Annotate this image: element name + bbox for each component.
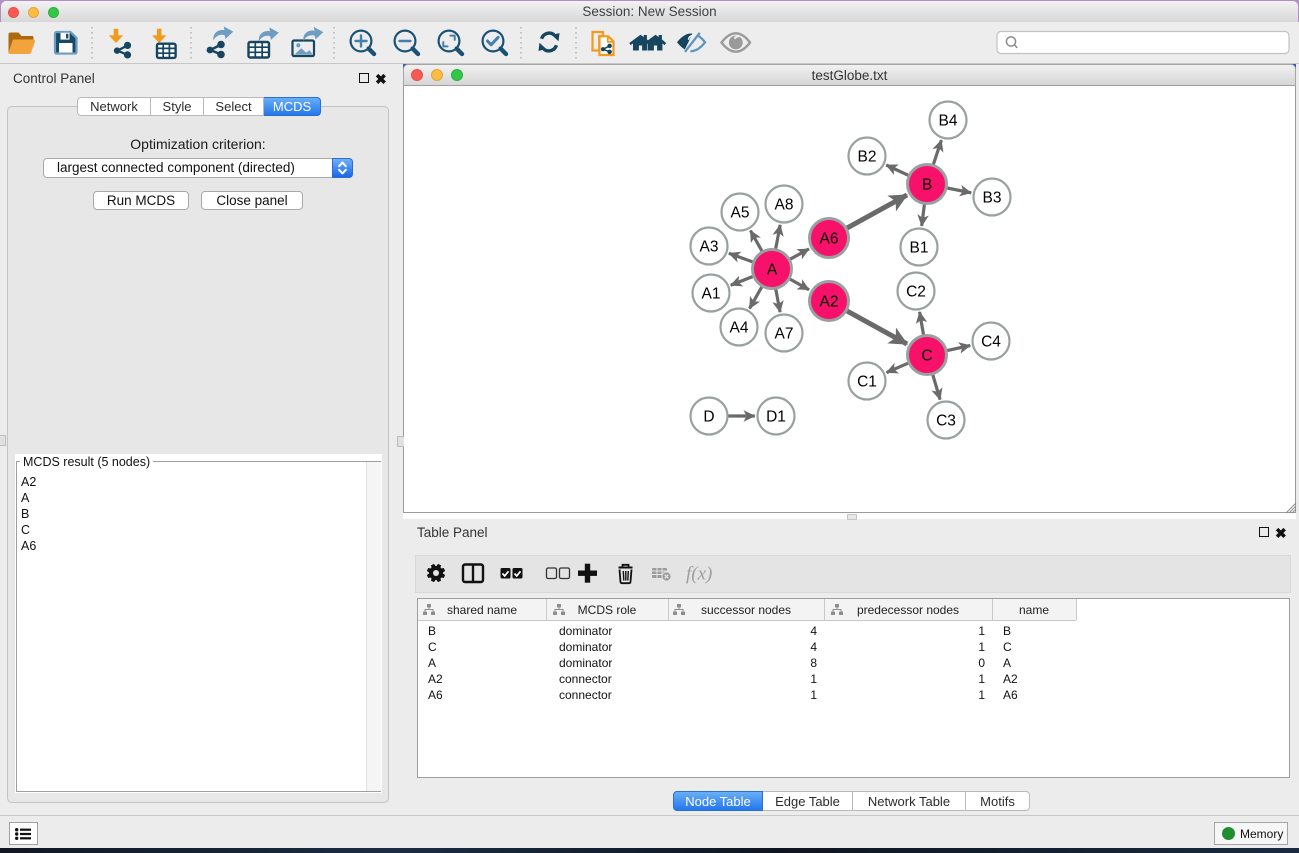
svg-text:A2: A2: [820, 294, 839, 311]
svg-text:C1: C1: [857, 374, 877, 391]
svg-text:B: B: [922, 177, 932, 194]
svg-text:A: A: [767, 262, 778, 279]
svg-text:D1: D1: [766, 409, 786, 426]
svg-text:B1: B1: [910, 240, 929, 257]
svg-text:C: C: [921, 348, 932, 365]
svg-text:B3: B3: [983, 190, 1002, 207]
svg-text:A6: A6: [820, 231, 839, 248]
svg-text:A3: A3: [700, 239, 719, 256]
svg-text:A5: A5: [731, 205, 750, 222]
svg-text:A8: A8: [775, 197, 794, 214]
svg-text:D: D: [703, 409, 714, 426]
svg-text:A7: A7: [775, 326, 794, 343]
svg-text:B4: B4: [939, 113, 958, 130]
svg-text:A1: A1: [702, 286, 721, 303]
svg-text:C4: C4: [981, 334, 1001, 351]
svg-text:f(x): f(x): [686, 564, 712, 585]
svg-text:C2: C2: [906, 284, 926, 301]
svg-text:C3: C3: [936, 413, 956, 430]
svg-text:A4: A4: [730, 320, 749, 337]
svg-text:B2: B2: [858, 149, 877, 166]
